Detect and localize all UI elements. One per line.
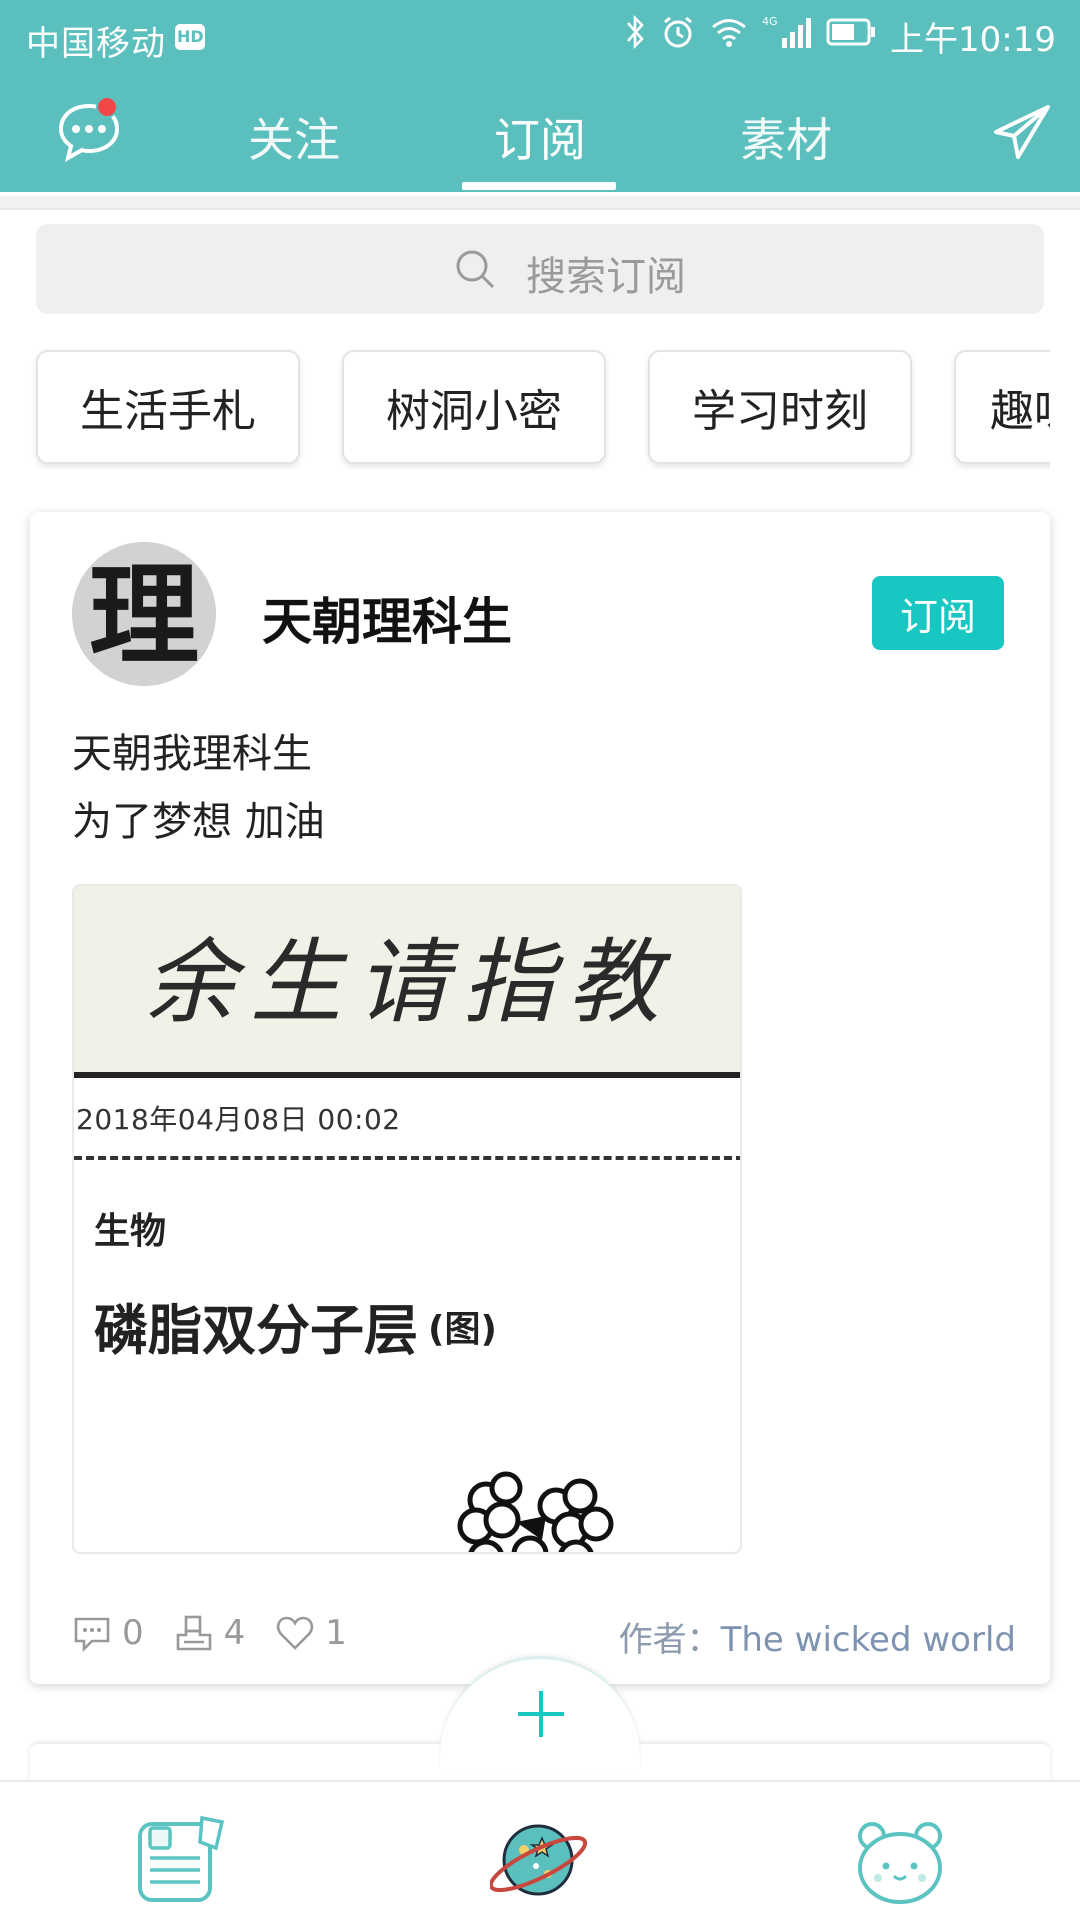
heart-icon[interactable] [275,1613,315,1653]
calligraphy-banner: 余生请指教 [74,886,740,1072]
category-chip[interactable]: 学习时刻 [648,350,912,464]
search-input[interactable]: 搜索订阅 [36,224,1044,314]
search-icon [454,248,496,290]
plus-icon [516,1689,566,1739]
notebook-icon[interactable] [130,1812,226,1908]
post-date: 2018年04月08日 00:02 [76,1103,401,1136]
post-author[interactable]: 作者：The wicked world [619,1612,1016,1661]
description-line: 为了梦想 加油 [72,799,325,845]
active-tab-indicator [462,182,616,190]
category-chip[interactable]: 生活手札 [36,350,300,464]
description-line: 天朝我理科生 [72,731,312,777]
send-icon[interactable] [992,102,1052,162]
alarm-icon [660,14,696,58]
tab-follow[interactable]: 关注 [214,104,374,170]
tab-material[interactable]: 素材 [706,104,866,170]
avatar[interactable]: 理 [72,542,216,686]
svg-text:4G: 4G [762,15,778,28]
bear-icon[interactable] [852,1812,948,1908]
planet-icon[interactable] [488,1812,588,1908]
repost-icon[interactable] [174,1613,214,1653]
svg-text:理: 理 [89,551,199,680]
image-rule [74,1072,740,1078]
subscribe-button[interactable]: 订阅 [872,576,1004,650]
status-bar: 中国移动 HD 4G 上午10:19 [0,0,1080,76]
clock: 上午10:19 [890,19,1056,60]
tab-subscribe[interactable]: 订阅 [460,104,620,170]
author-name[interactable]: The wicked world [721,1620,1016,1660]
post-card[interactable]: 理 天朝理科生 订阅 天朝我理科生 为了梦想 加油 余生请指教 2018年04月… [30,512,1050,1684]
molecule-illustration [446,1466,626,1552]
repost-count: 4 [223,1613,246,1653]
post-topic: 磷脂双分子层 [94,1299,418,1362]
nav-bar: 关注 订阅 素材 [0,80,1080,192]
channel-description: 天朝我理科生 为了梦想 加油 [72,720,325,856]
signal-icon: 4G [762,14,812,58]
wifi-icon [710,16,748,56]
post-stats: 0 4 1 [72,1608,377,1658]
comment-count: 0 [122,1613,144,1653]
top-bar: 中国移动 HD 4G 上午10:19 关注 订阅 素材 [0,0,1080,192]
author-label: 作者： [618,1620,721,1660]
category-chip[interactable]: 树洞小密 [342,350,606,464]
post-subject: 生物 [94,1211,167,1252]
dashed-rule [74,1156,740,1160]
category-chips: 生活手札 树洞小密 学习时刻 趣味 [0,346,1050,470]
svg-text:余生请指教: 余生请指教 [144,929,674,1036]
notification-badge [96,96,118,118]
battery-icon [826,17,876,55]
like-count: 1 [325,1613,347,1653]
carrier-name: 中国移动 [26,24,166,64]
bluetooth-icon [624,14,646,58]
header-divider [0,196,1080,210]
hd-badge: HD [175,24,205,50]
category-chip[interactable]: 趣味 [954,350,1050,464]
post-topic-suffix: (图) [428,1309,497,1350]
post-image[interactable]: 余生请指教 2018年04月08日 00:02 生物 磷脂双分子层 (图) [72,884,742,1554]
channel-name[interactable]: 天朝理科生 [262,582,512,654]
status-icons: 4G 上午10:19 [624,14,1056,60]
search-placeholder: 搜索订阅 [526,254,686,300]
comment-icon[interactable] [72,1613,112,1653]
